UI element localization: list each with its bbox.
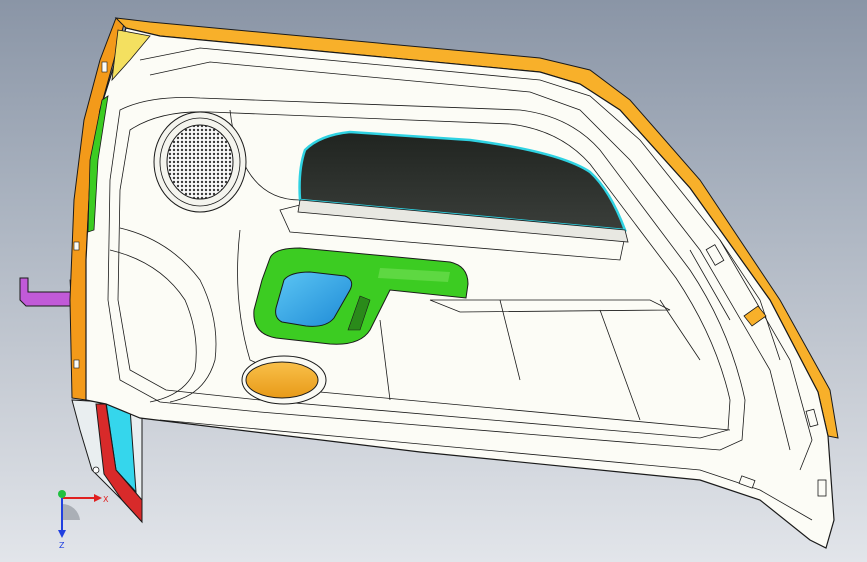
z-axis-arrow (58, 530, 66, 538)
cad-viewport[interactable]: X Z (0, 0, 867, 562)
y-axis-dot (58, 490, 66, 498)
triad-plane (62, 503, 80, 520)
lower-cap[interactable] (241, 355, 327, 405)
z-axis-label: Z (59, 541, 65, 550)
x-axis-label: X (103, 495, 109, 504)
axis-triad: X Z (58, 490, 109, 550)
speaker[interactable] (153, 111, 247, 213)
x-axis-arrow (94, 494, 102, 502)
door-panel-model[interactable] (0, 0, 867, 562)
speaker-grille (166, 124, 234, 200)
